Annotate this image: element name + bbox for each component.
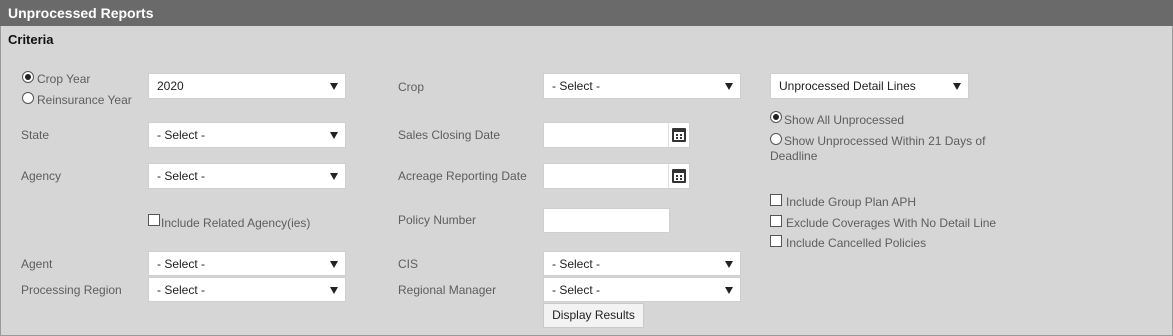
chevron-down-icon [953,83,961,90]
reinsurance-year-label: Reinsurance Year [37,93,132,107]
include-group-plan-label: Include Group Plan APH [786,195,917,209]
cis-select-value: - Select - [552,257,601,271]
crop-label: Crop [398,80,425,94]
include-related-agency-checkbox[interactable] [148,214,160,226]
report-type-value: Unprocessed Detail Lines [779,79,916,93]
agent-select-value: - Select - [157,257,206,271]
acreage-reporting-date-label: Acreage Reporting Date [398,169,527,183]
regional-manager-label: Regional Manager [398,283,497,297]
sales-closing-date-input[interactable] [543,122,669,148]
state-select-value: - Select - [157,128,206,142]
show-all-unprocessed-radio[interactable] [770,111,782,123]
sales-closing-date-label: Sales Closing Date [398,128,501,142]
include-group-plan-checkbox[interactable] [770,194,782,206]
include-related-agency-label: Include Related Agency(ies) [161,216,311,230]
include-cancelled-label: Include Cancelled Policies [786,236,927,250]
chevron-down-icon [330,287,338,294]
agency-label: Agency [21,169,62,183]
regional-manager-select[interactable]: - Select - [543,277,741,302]
crop-select-value: - Select - [552,79,601,93]
sales-closing-date-picker[interactable] [668,122,690,148]
state-select[interactable]: - Select - [148,122,346,148]
section-heading: Criteria [8,32,54,47]
show-all-unprocessed-label: Show All Unprocessed [784,113,905,127]
state-label: State [21,128,50,142]
reinsurance-year-radio[interactable] [22,92,34,104]
processing-region-select[interactable]: - Select - [148,277,346,302]
display-results-button[interactable]: Display Results [543,303,644,328]
acreage-reporting-date-input[interactable] [543,163,669,189]
chevron-down-icon [330,132,338,139]
calendar-icon [672,169,686,183]
regional-manager-select-value: - Select - [552,283,601,297]
agent-label: Agent [21,257,53,271]
page-title: Unprocessed Reports [0,0,1173,26]
cis-select[interactable]: - Select - [543,251,741,276]
policy-number-input[interactable] [543,208,670,233]
crop-year-label: Crop Year [37,72,91,86]
year-select[interactable]: 2020 [148,73,346,99]
chevron-down-icon [330,261,338,268]
processing-region-label: Processing Region [21,283,122,297]
crop-select[interactable]: - Select - [543,73,741,99]
show-within-days-label-cont: Deadline [770,149,818,163]
agent-select[interactable]: - Select - [148,251,346,276]
cis-label: CIS [398,257,419,271]
year-select-value: 2020 [157,79,184,93]
agency-select-value: - Select - [157,169,206,183]
exclude-no-detail-label: Exclude Coverages With No Detail Line [786,216,997,230]
chevron-down-icon [725,261,733,268]
agency-select[interactable]: - Select - [148,163,346,189]
report-type-select[interactable]: Unprocessed Detail Lines [770,73,969,99]
processing-region-select-value: - Select - [157,283,206,297]
acreage-reporting-date-picker[interactable] [668,163,690,189]
show-within-days-label: Show Unprocessed Within 21 Days of [784,134,986,148]
chevron-down-icon [725,287,733,294]
policy-number-label: Policy Number [398,213,477,227]
chevron-down-icon [330,173,338,180]
chevron-down-icon [725,83,733,90]
calendar-icon [672,128,686,142]
chevron-down-icon [330,83,338,90]
include-cancelled-checkbox[interactable] [770,235,782,247]
crop-year-radio[interactable] [22,71,34,83]
show-within-days-radio[interactable] [770,133,782,145]
exclude-no-detail-checkbox[interactable] [770,215,782,227]
